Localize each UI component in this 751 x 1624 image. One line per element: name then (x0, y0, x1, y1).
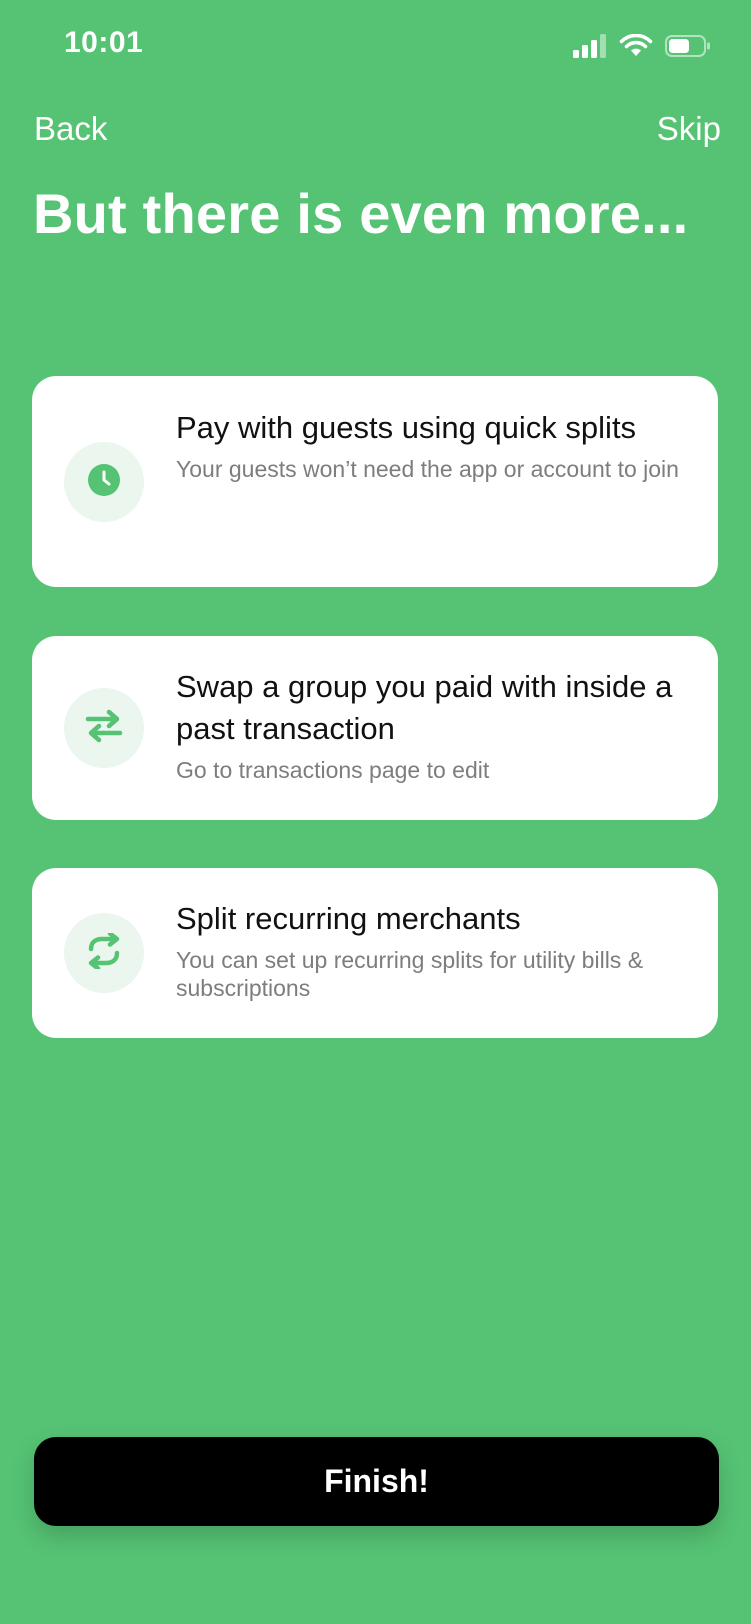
card-description: You can set up recurring splits for util… (176, 947, 644, 1001)
card-text: Split recurring merchants You can set up… (176, 898, 688, 1002)
card-description: Your guests won’t need the app or accoun… (176, 456, 679, 482)
card-title: Split recurring merchants (176, 901, 521, 936)
feature-card-recurring[interactable]: Split recurring merchants You can set up… (32, 868, 718, 1038)
swap-icon-container (64, 688, 144, 768)
card-title: Pay with guests using quick splits (176, 410, 637, 445)
status-time: 10:01 (64, 26, 144, 59)
card-title: Swap a group you paid with inside a past… (176, 669, 673, 746)
onboarding-screen: 10:01 Back Skip But there is even more..… (0, 0, 751, 1624)
signal-icon (573, 34, 607, 63)
card-text: Swap a group you paid with inside a past… (176, 666, 688, 784)
status-icons (573, 33, 711, 63)
recurring-icon-container (64, 913, 144, 993)
back-button[interactable]: Back (34, 110, 107, 148)
finish-button[interactable]: Finish! (34, 1437, 719, 1526)
page-title: But there is even more... (33, 182, 689, 245)
clock-icon (86, 462, 122, 503)
card-description: Go to transactions page to edit (176, 757, 490, 783)
feature-card-swap-group[interactable]: Swap a group you paid with inside a past… (32, 636, 718, 820)
skip-button[interactable]: Skip (657, 110, 721, 148)
card-text: Pay with guests using quick splits Your … (176, 407, 688, 483)
wifi-icon (619, 33, 653, 63)
feature-card-quick-splits[interactable]: Pay with guests using quick splits Your … (32, 376, 718, 587)
battery-icon (665, 34, 711, 63)
recurring-icon (85, 930, 123, 974)
clock-icon-container (64, 442, 144, 522)
swap-arrows-icon (85, 709, 123, 748)
